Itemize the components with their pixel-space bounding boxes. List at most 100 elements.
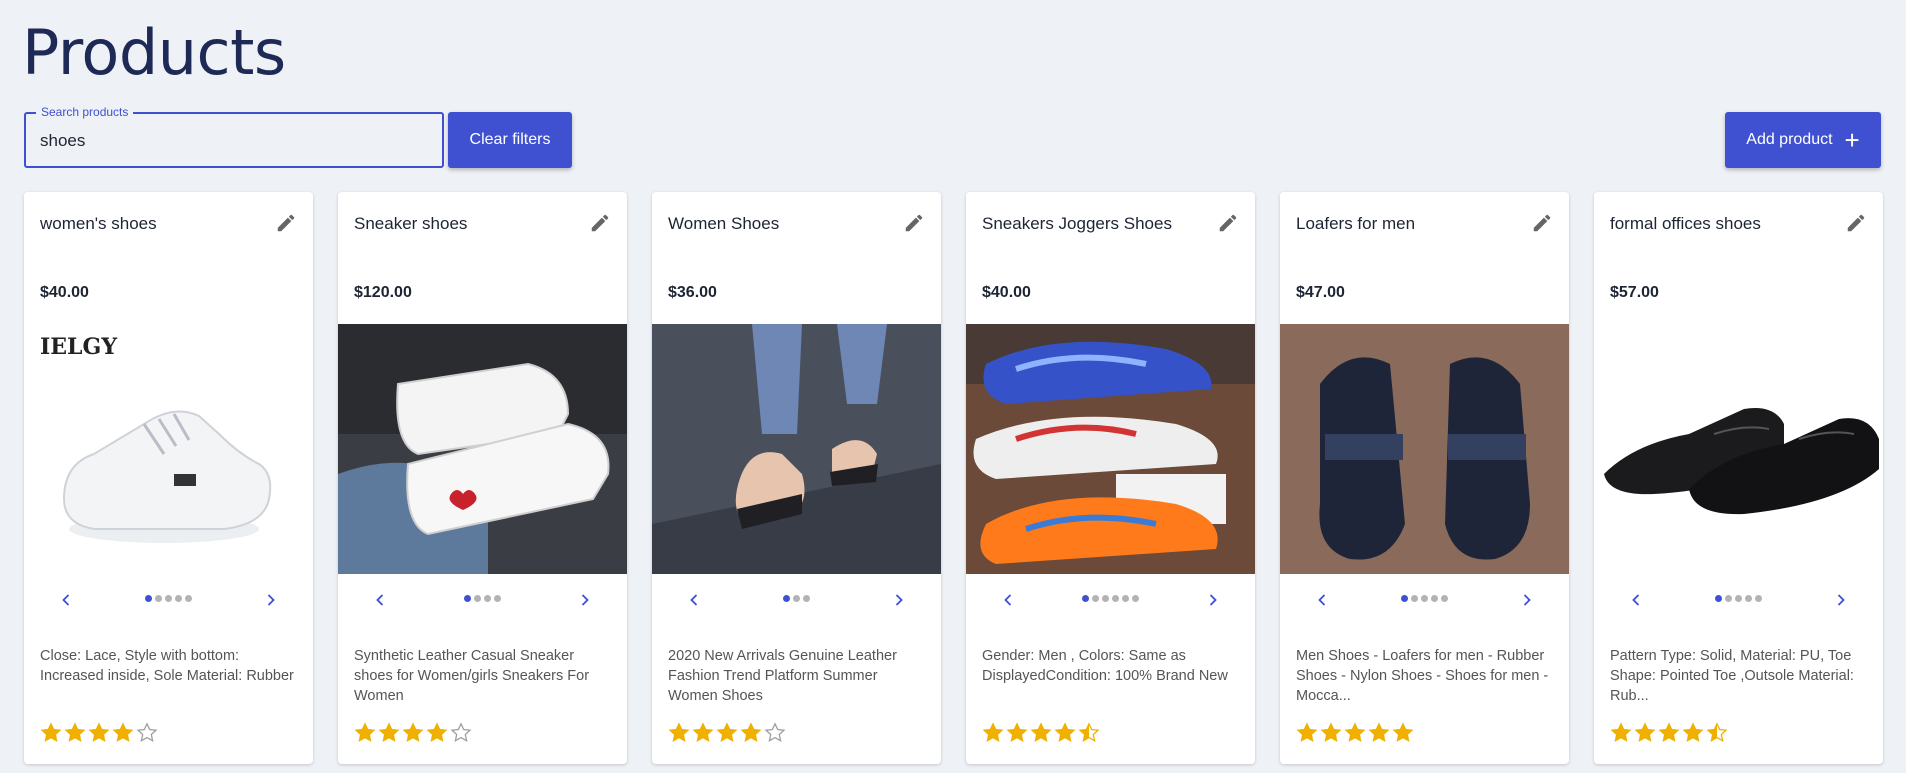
product-image (652, 324, 941, 574)
product-title: Sneaker shoes (354, 214, 468, 233)
star-icon (1392, 722, 1414, 742)
star-icon (402, 722, 424, 742)
plus-icon: + (1844, 125, 1860, 155)
product-title: women's shoes (40, 214, 157, 233)
carousel-dot[interactable] (1401, 595, 1408, 602)
star-icon (1054, 722, 1076, 742)
product-price: $57.00 (1610, 284, 1659, 301)
product-card: Women Shoes $36.00 2020 New Arrivals Gen… (652, 192, 941, 764)
product-card: formal offices shoes $57.00 Pattern Type… (1594, 192, 1883, 764)
carousel-dot[interactable] (1725, 595, 1732, 602)
search-field[interactable]: Search products (24, 105, 444, 168)
image-carousel (1594, 588, 1883, 612)
carousel-dot[interactable] (155, 595, 162, 602)
carousel-dot[interactable] (484, 595, 491, 602)
star-icon (1682, 722, 1704, 742)
product-description: Men Shoes - Loafers for men - Rubber Sho… (1296, 648, 1549, 704)
carousel-dot[interactable] (1092, 595, 1099, 602)
page-title: Products (22, 16, 286, 89)
carousel-dot[interactable] (175, 595, 182, 602)
product-image (966, 324, 1255, 574)
star-icon (1658, 722, 1680, 742)
star-icon (1030, 722, 1052, 742)
pencil-icon[interactable] (903, 212, 925, 234)
star-icon (1610, 722, 1632, 742)
chevron-right-icon[interactable] (889, 590, 909, 610)
star-icon (40, 722, 62, 742)
carousel-dot[interactable] (1421, 595, 1428, 602)
pencil-icon[interactable] (589, 212, 611, 234)
star-icon (112, 722, 134, 742)
carousel-dot[interactable] (1082, 595, 1089, 602)
product-price: $40.00 (40, 284, 89, 301)
product-card: Sneaker shoes $120.00 Synthetic Leather … (338, 192, 627, 764)
product-price: $36.00 (668, 284, 717, 301)
product-description: Synthetic Leather Casual Sneaker shoes f… (354, 648, 590, 704)
carousel-dot[interactable] (1112, 595, 1119, 602)
product-card: women's shoes $40.00 IELGY Close: Lace, … (24, 192, 313, 764)
carousel-dot[interactable] (1411, 595, 1418, 602)
carousel-dot[interactable] (1441, 595, 1448, 602)
chevron-right-icon[interactable] (1831, 590, 1851, 610)
add-product-label: Add product (1746, 131, 1833, 148)
star-icon (1368, 722, 1390, 742)
star-icon (740, 722, 762, 742)
carousel-dot[interactable] (803, 595, 810, 602)
carousel-dot[interactable] (1755, 595, 1762, 602)
product-price: $120.00 (354, 284, 412, 301)
rating-stars (354, 722, 472, 744)
carousel-dot[interactable] (1715, 595, 1722, 602)
image-carousel (338, 588, 627, 612)
product-image (1280, 324, 1569, 574)
carousel-dot[interactable] (1431, 595, 1438, 602)
chevron-right-icon[interactable] (261, 590, 281, 610)
star-icon (88, 722, 110, 742)
product-title: Loafers for men (1296, 214, 1416, 233)
carousel-dot[interactable] (165, 595, 172, 602)
product-description: Gender: Men , Colors: Same as DisplayedC… (982, 648, 1228, 684)
chevron-right-icon[interactable] (1517, 590, 1537, 610)
rating-stars (668, 722, 786, 744)
pencil-icon[interactable] (275, 212, 297, 234)
product-description: 2020 New Arrivals Genuine Leather Fashio… (668, 648, 897, 704)
star-icon (1634, 722, 1656, 742)
star-icon (1344, 722, 1366, 742)
carousel-dot[interactable] (474, 595, 481, 602)
carousel-dot[interactable] (1735, 595, 1742, 602)
pencil-icon[interactable] (1217, 212, 1239, 234)
product-title: Sneakers Joggers Shoes (982, 214, 1172, 233)
carousel-dot[interactable] (793, 595, 800, 602)
pencil-icon[interactable] (1531, 212, 1553, 234)
carousel-dot[interactable] (494, 595, 501, 602)
star-icon (764, 722, 786, 742)
add-product-button[interactable]: Add product + (1725, 112, 1881, 168)
chevron-right-icon[interactable] (1203, 590, 1223, 610)
carousel-dot[interactable] (464, 595, 471, 602)
carousel-dot[interactable] (145, 595, 152, 602)
carousel-dot[interactable] (1745, 595, 1752, 602)
carousel-dot[interactable] (185, 595, 192, 602)
carousel-dot[interactable] (1102, 595, 1109, 602)
star-icon (1078, 722, 1100, 742)
star-icon (426, 722, 448, 742)
star-icon (716, 722, 738, 742)
image-carousel (24, 588, 313, 612)
product-image (338, 324, 627, 574)
pencil-icon[interactable] (1845, 212, 1867, 234)
rating-stars (982, 722, 1100, 744)
carousel-dot[interactable] (783, 595, 790, 602)
product-card: Sneakers Joggers Shoes $40.00 Gender: Me… (966, 192, 1255, 764)
product-image (1594, 324, 1883, 574)
search-label: Search products (36, 105, 134, 119)
carousel-dot[interactable] (1132, 595, 1139, 602)
star-icon (692, 722, 714, 742)
image-carousel (652, 588, 941, 612)
star-icon (1006, 722, 1028, 742)
star-icon (136, 722, 158, 742)
brand-logo-text: IELGY (40, 334, 117, 360)
chevron-right-icon[interactable] (575, 590, 595, 610)
carousel-dot[interactable] (1122, 595, 1129, 602)
search-input[interactable] (38, 126, 432, 156)
product-description: Close: Lace, Style with bottom: Increase… (40, 648, 294, 684)
clear-filters-button[interactable]: Clear filters (448, 112, 572, 168)
